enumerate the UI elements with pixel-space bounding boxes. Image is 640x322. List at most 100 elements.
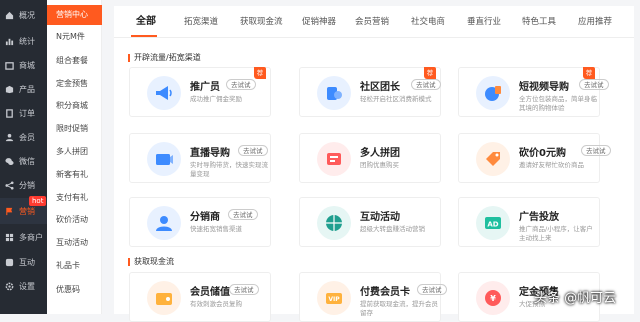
tab-vertical[interactable]: 垂直行业 [467,6,501,38]
sidebar-item-label: 概况 [19,10,35,20]
tab-all[interactable]: 全部 [136,6,156,38]
interactive-icon [317,206,351,240]
product-icon [5,85,14,94]
submenu-item-n-for-m[interactable]: N元M件 [47,27,102,47]
card-advertising[interactable]: AD 广告投放 推广商品/小程序，让客户主动找上来 [458,197,600,247]
recommend-badge: 荐 [254,67,266,79]
card-distributor[interactable]: 分销商 去试试 快速拓宽销售渠道 [129,197,271,247]
vip-icon: VIP [317,281,351,315]
submenu-item-pay-gift[interactable]: 支付有礼 [47,188,102,208]
sidebar-item-settings[interactable]: 设置 [0,273,47,299]
sidebar-item-label: 互动 [19,257,35,267]
submenu-item-presale[interactable]: 定金预售 [47,74,102,94]
sidebar-item-label: 统计 [19,36,35,46]
submenu-item-combo[interactable]: 组合套餐 [47,51,102,71]
submenu-item-coupon-code[interactable]: 优惠码 [47,280,102,300]
submenu-item-points-mall[interactable]: 积分商城 [47,96,102,116]
tab-cash-flow[interactable]: 获取现金流 [240,6,283,38]
wechat-icon [5,157,14,166]
sidebar-item-wechat[interactable]: 微信 [0,148,47,174]
card-bargain[interactable]: 砍价0元购 去试试 邀请好友帮忙砍价商品 [458,133,611,183]
share-icon [5,180,14,190]
try-button[interactable]: 去试试 [238,145,268,156]
submenu-item-new-customer[interactable]: 新客有礼 [47,165,102,185]
flag-icon [5,207,14,216]
sidebar-item-member[interactable]: 会员 [0,124,47,150]
card-group-buy[interactable]: 多人拼团 团购优惠购买 [299,133,441,183]
card-desc: 推广商品/小程序，让客户主动找上来 [519,225,593,242]
submenu-item-bargain[interactable]: 砍价活动 [47,210,102,230]
card-paid-membership[interactable]: VIP 付费会员卡 去试试 提前获取现金流，提升会员留存 [299,272,447,322]
sidebar-item-label: 微信 [19,156,35,166]
try-button[interactable]: 去试试 [226,79,256,90]
sidebar-item-label: 多商户 [19,232,43,242]
try-button[interactable]: 去试试 [411,79,441,90]
sidebar-item-label: 会员 [19,132,35,142]
sidebar-item-interact[interactable]: 互动 [0,249,47,275]
card-desc: 成功推广佣金奖励 [190,95,242,103]
sidebar-item-stats[interactable]: 统计 [0,28,47,54]
tab-promotion[interactable]: 促销神器 [302,6,336,38]
category-tabs: 全部 拓宽渠道 获取现金流 促销神器 会员营销 社交电商 垂直行业 特色工具 应… [114,6,634,38]
try-button[interactable]: 去试试 [228,209,258,220]
tab-social-ecommerce[interactable]: 社交电商 [411,6,445,38]
card-title: 广告投放 [519,212,559,223]
submenu-item-center[interactable]: 营销中心 [47,5,102,25]
stats-icon [5,37,14,46]
card-title: 短视频导购 [519,82,569,93]
svg-text:AD: AD [487,221,498,229]
sidebar-item-label: 分销 [19,180,35,190]
sidebar-item-merchant[interactable]: 多商户 [0,224,47,250]
submenu-item-flash-sale[interactable]: 限时促销 [47,119,102,139]
recommend-badge: 荐 [424,67,436,79]
sidebar-item-product[interactable]: 产品 [0,76,47,102]
member-icon [5,133,14,142]
card-desc: 全方位包装商品，简单身临其境的购物体验 [519,95,597,112]
watermark: 头条 @帆可云 [534,291,617,306]
sidebar-item-label: 订单 [19,108,35,118]
card-title: 社区团长 [360,82,400,93]
ad-icon: AD [476,206,510,240]
card-desc: 团购优惠购买 [360,161,399,169]
card-live-shopping[interactable]: 直播导购 去试试 实时导购带货，快速实现流量变现 [129,133,271,183]
shop-icon [5,61,14,70]
submenu-item-gift-card[interactable]: 礼品卡 [47,256,102,276]
sidebar-item-shop[interactable]: 商城 [0,52,47,78]
try-button[interactable]: 去试试 [417,284,447,295]
card-member-deposit[interactable]: 会员储值 去试试 有效刺激会员复购 [129,272,271,322]
tab-special-tools[interactable]: 特色工具 [522,6,556,38]
merchant-icon [5,233,14,242]
wallet-icon [147,281,181,315]
submenu-item-interactive[interactable]: 互动活动 [47,233,102,253]
sidebar-item-label: 设置 [19,281,35,291]
sidebar-item-distribution[interactable]: 分销 [0,172,47,198]
leader-icon [317,76,351,110]
tab-member-marketing[interactable]: 会员营销 [355,6,389,38]
card-title: 分销商 [190,212,220,223]
card-interactive[interactable]: 互动活动 超级大转盘赚活动营销 [299,197,441,247]
live-icon [147,142,181,176]
try-button[interactable]: 去试试 [581,145,611,156]
card-community-leader[interactable]: 社区团长 去试试 轻松开启社区消费新模式 荐 [299,67,441,117]
home-icon [5,11,14,20]
tab-app-recommend[interactable]: 应用推荐 [578,6,612,38]
card-promoter[interactable]: 推广员 去试试 成功推广佣金奖励 荐 [129,67,271,117]
card-title: 多人拼团 [360,148,400,159]
main-panel: 全部 拓宽渠道 获取现金流 促销神器 会员营销 社交电商 垂直行业 特色工具 应… [114,6,634,322]
marketing-submenu: 营销中心 N元M件 组合套餐 定金预售 积分商城 限时促销 多人拼团 新客有礼 … [47,0,102,314]
svg-text:¥: ¥ [490,294,496,303]
active-tab-indicator [131,35,157,37]
sidebar-item-overview[interactable]: 概况 [0,2,47,28]
hot-badge: hot [29,196,47,206]
sidebar-item-label: 商城 [19,60,35,70]
try-button[interactable]: 去试试 [229,284,259,295]
submenu-item-group-buy[interactable]: 多人拼团 [47,142,102,162]
card-short-video[interactable]: 短视频导购 去试试 全方位包装商品，简单身临其境的购物体验 荐 [458,67,609,117]
card-desc: 有效刺激会员复购 [190,300,242,308]
main-sidebar: 概况 统计 商城 产品 订单 会员 微信 分销 营销 hot 多商户 互动 设置 [0,0,47,314]
card-title: 付费会员卡 [360,287,410,298]
sidebar-item-order[interactable]: 订单 [0,100,47,126]
tab-channels[interactable]: 拓宽渠道 [184,6,218,38]
try-button[interactable]: 去试试 [579,79,609,90]
bargain-icon [476,142,510,176]
